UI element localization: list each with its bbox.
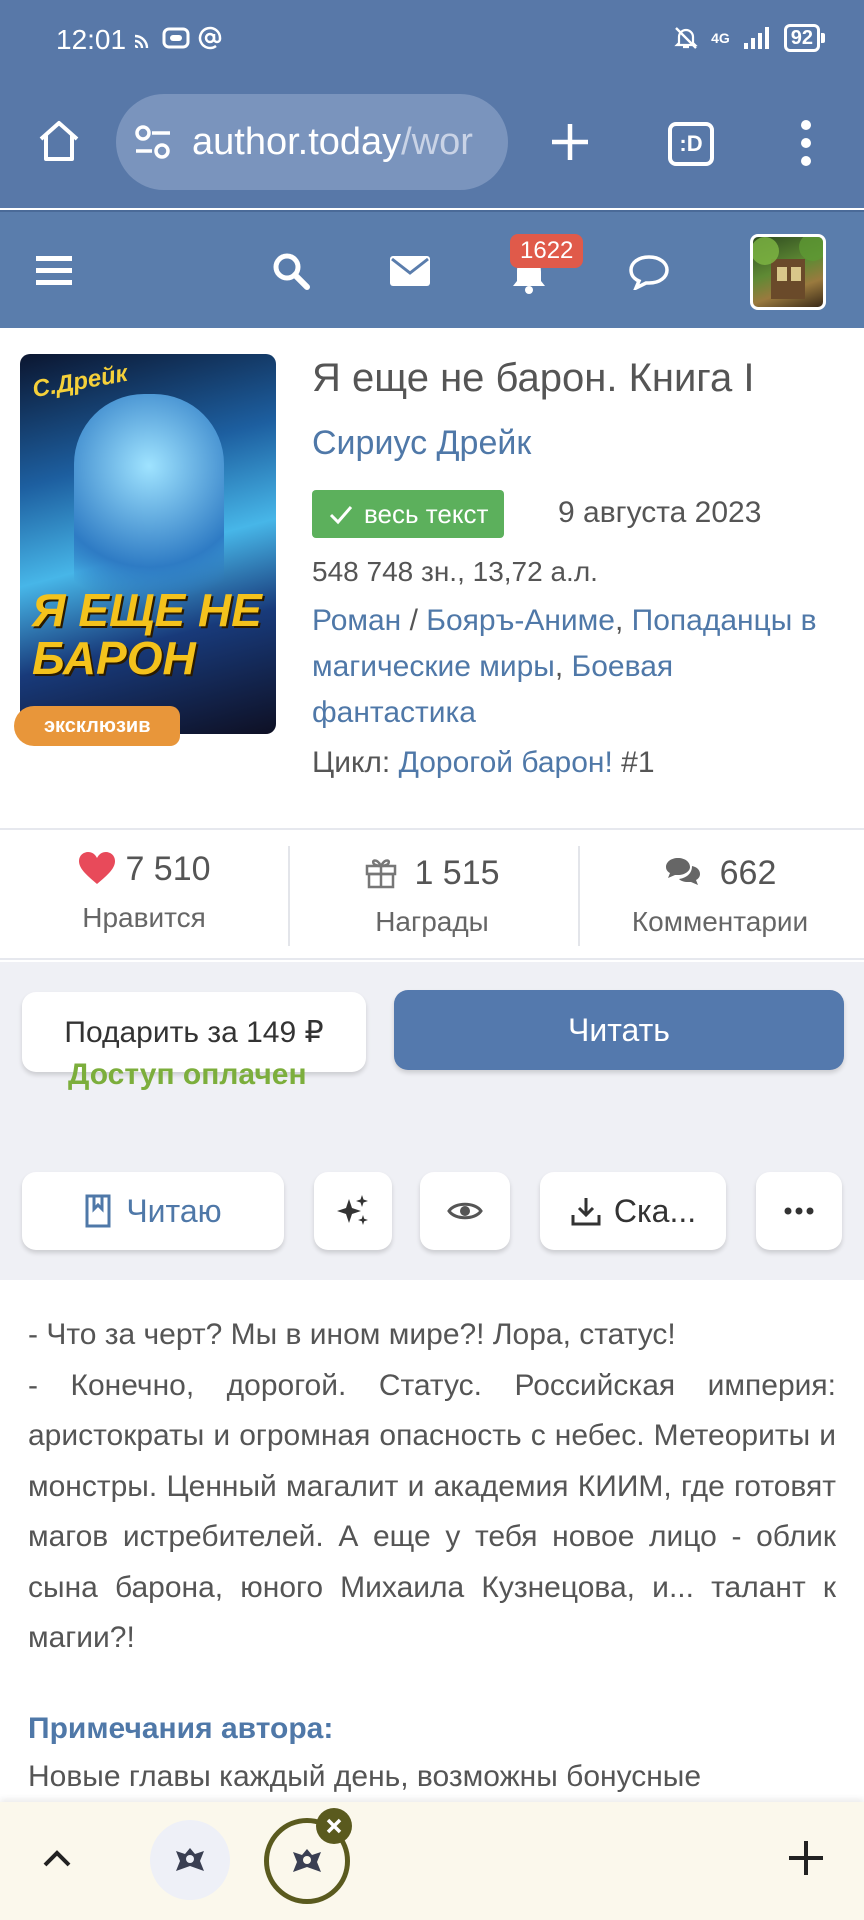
bookmark-book-icon bbox=[85, 1194, 111, 1228]
home-icon[interactable] bbox=[36, 118, 82, 164]
mail-icon[interactable] bbox=[390, 256, 430, 286]
add-tab-icon[interactable] bbox=[786, 1838, 826, 1878]
url-path: /wor bbox=[401, 120, 473, 163]
author-notes-text: Новые главы каждый день, возможны бонусн… bbox=[28, 1760, 702, 1793]
heart-icon bbox=[79, 852, 116, 884]
sparkles-icon bbox=[337, 1195, 368, 1225]
browser-toolbar: author.today/wor :D bbox=[0, 84, 864, 208]
recommend-button[interactable] bbox=[314, 1172, 392, 1250]
search-icon[interactable] bbox=[272, 252, 310, 290]
reading-library-button[interactable]: Читаю bbox=[22, 1172, 284, 1250]
signal-icon bbox=[743, 27, 769, 49]
eye-icon bbox=[447, 1202, 483, 1220]
tab-switcher-button[interactable]: :D bbox=[668, 122, 714, 166]
reading-label: Читаю bbox=[126, 1192, 222, 1229]
likes-stat[interactable]: 7 510 Нравится bbox=[0, 830, 288, 960]
user-avatar[interactable] bbox=[750, 234, 826, 310]
mute-icon bbox=[674, 27, 698, 49]
comments-value-row: 662 bbox=[576, 854, 864, 893]
at-icon bbox=[198, 26, 222, 50]
annotation-paragraph: - Что за черт? Мы в ином мире?! Лора, ст… bbox=[28, 1318, 676, 1351]
hamburger-menu-icon[interactable] bbox=[36, 256, 72, 286]
download-label: Ска... bbox=[613, 1192, 697, 1229]
network-type: 4G bbox=[711, 30, 730, 46]
cover-title-text: Я ЕЩЕ НЕ БАРОН bbox=[32, 584, 262, 684]
site-favicon-icon bbox=[293, 1849, 321, 1872]
notifications-badge: 1622 bbox=[510, 234, 584, 268]
read-button[interactable]: Читать bbox=[394, 990, 844, 1070]
status-bar: 12:01 4G 92 bbox=[0, 0, 864, 84]
status-icons bbox=[132, 26, 222, 50]
comments-label: Комментарии bbox=[631, 906, 809, 937]
close-icon bbox=[326, 1818, 342, 1834]
book-title: Я еще не барон. Книга I bbox=[312, 356, 755, 400]
close-tab-button[interactable] bbox=[316, 1808, 352, 1844]
url-bar[interactable]: author.today/wor bbox=[116, 94, 508, 190]
exclusive-badge: эксклюзив bbox=[14, 706, 181, 746]
check-icon bbox=[329, 506, 353, 525]
comments-stat[interactable]: 662 Комментарии bbox=[576, 830, 864, 960]
annotation-paragraph: - Конечно, дорогой. Статус. Российская и… bbox=[28, 1368, 836, 1655]
likes-label: Нравится bbox=[82, 902, 206, 933]
vr-icon bbox=[162, 27, 190, 49]
download-icon bbox=[571, 1198, 601, 1226]
book-author-link[interactable]: Сириус Дрейк bbox=[312, 424, 531, 463]
cycle-info: Цикл: Дорогой барон! #1 bbox=[312, 746, 655, 780]
avatar-image bbox=[753, 237, 823, 299]
more-menu-icon[interactable] bbox=[796, 118, 816, 168]
genre-comma: , bbox=[554, 650, 572, 683]
chevron-up-icon[interactable] bbox=[42, 1848, 72, 1868]
full-text-label: весь текст bbox=[364, 499, 489, 529]
download-button[interactable]: Ска... bbox=[540, 1172, 726, 1250]
tab-thumbnail[interactable] bbox=[150, 1820, 230, 1900]
status-right: 4G 92 bbox=[673, 24, 826, 52]
cycle-link[interactable]: Дорогой барон! bbox=[399, 746, 613, 779]
awards-label: Награды bbox=[375, 906, 489, 937]
awards-value-row: 1 515 bbox=[288, 854, 576, 893]
publication-date: 9 августа 2023 bbox=[558, 496, 762, 529]
awards-stat[interactable]: 1 515 Награды bbox=[288, 830, 576, 960]
read-button-label: Читать bbox=[568, 1011, 670, 1048]
more-actions-button[interactable] bbox=[756, 1172, 842, 1250]
cast-icon bbox=[134, 34, 149, 49]
follow-button[interactable] bbox=[420, 1172, 510, 1250]
site-header: 1622 bbox=[0, 210, 864, 328]
comments-icon bbox=[665, 858, 700, 885]
cycle-number: #1 bbox=[612, 746, 655, 779]
site-favicon-icon bbox=[176, 1848, 204, 1871]
stats-bar: 7 510 Нравится 1 515 Награды 662 Коммент… bbox=[0, 828, 864, 960]
genre-list: Роман / Бояръ-Аниме, Попаданцы в магичес… bbox=[312, 598, 832, 736]
likes-value: 7 510 bbox=[125, 850, 211, 888]
chat-bubble-icon[interactable] bbox=[628, 254, 670, 290]
comments-value: 662 bbox=[719, 854, 777, 892]
author-notes-heading: Примечания автора: bbox=[28, 1712, 334, 1745]
genre-link[interactable]: Бояръ-Аниме bbox=[426, 604, 615, 637]
clock: 12:01 bbox=[56, 24, 127, 55]
likes-value-row: 7 510 bbox=[0, 850, 288, 889]
url-host: author.today bbox=[192, 120, 402, 163]
gift-icon bbox=[366, 859, 397, 889]
full-text-badge: весь текст bbox=[312, 490, 505, 538]
site-settings-icon[interactable] bbox=[134, 124, 172, 160]
genre-link[interactable]: Роман bbox=[312, 604, 401, 637]
cycle-label: Цикл: bbox=[312, 746, 399, 779]
ellipsis-icon bbox=[784, 1207, 814, 1215]
cover-author-text: С.Дрейк bbox=[30, 359, 130, 404]
gift-purchase-label: Подарить за 149 ₽ bbox=[64, 1015, 324, 1049]
genre-comma: , bbox=[614, 604, 632, 637]
book-annotation: - Что за черт? Мы в ином мире?! Лора, ст… bbox=[28, 1310, 836, 1664]
genre-separator: / bbox=[401, 604, 427, 637]
bottom-tab-bar bbox=[0, 1802, 864, 1920]
awards-value: 1 515 bbox=[414, 854, 500, 892]
battery-indicator: 92 bbox=[783, 24, 826, 52]
book-size: 548 748 зн., 13,72 а.л. bbox=[312, 556, 598, 587]
actions-panel: Подарить за 149 ₽ Читать Доступ оплачен … bbox=[0, 962, 864, 1280]
book-cover[interactable]: С.Дрейк Я ЕЩЕ НЕ БАРОН bbox=[20, 354, 276, 734]
new-tab-icon[interactable] bbox=[548, 120, 592, 164]
access-paid-status: Доступ оплачен bbox=[68, 1058, 307, 1091]
